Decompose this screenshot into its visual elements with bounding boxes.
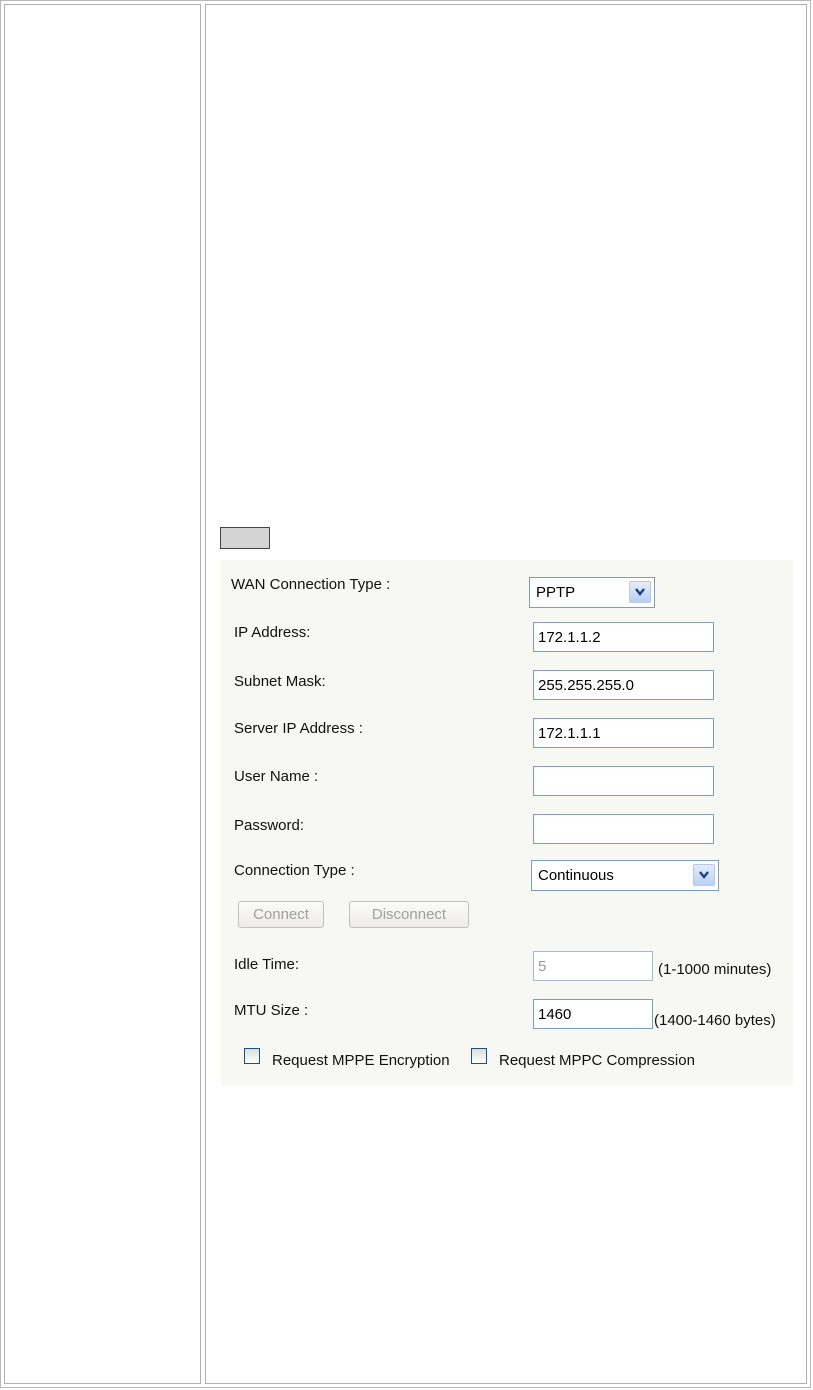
subnet-mask-label: Subnet Mask:: [234, 673, 326, 690]
mtu-size-input[interactable]: [533, 999, 653, 1029]
chevron-down-icon[interactable]: [693, 864, 715, 886]
mtu-size-range-hint: (1400-1460 bytes): [654, 1012, 776, 1029]
subnet-mask-input[interactable]: [533, 670, 714, 700]
mppc-compression-label: Request MPPC Compression: [499, 1052, 695, 1069]
user-name-input[interactable]: [533, 766, 714, 796]
server-ip-address-input[interactable]: [533, 718, 714, 748]
disconnect-button[interactable]: Disconnect: [349, 901, 469, 928]
figure-marker: [220, 527, 270, 549]
idle-time-label: Idle Time:: [234, 956, 300, 973]
idle-time-range-hint: (1-1000 minutes): [658, 961, 772, 978]
mppe-encryption-checkbox[interactable]: [244, 1048, 260, 1064]
connect-button[interactable]: Connect: [238, 901, 324, 928]
connection-type-select[interactable]: Continuous: [531, 860, 719, 891]
connection-type-value: Continuous: [538, 867, 614, 884]
mppc-compression-checkbox[interactable]: [471, 1048, 487, 1064]
ip-address-label: IP Address:: [234, 624, 311, 641]
server-ip-address-label: Server IP Address :: [234, 720, 363, 737]
wan-connection-type-value: PPTP: [536, 584, 576, 601]
password-input[interactable]: [533, 814, 714, 844]
connection-type-label: Connection Type :: [234, 862, 355, 879]
idle-time-input[interactable]: [533, 951, 653, 981]
mppe-encryption-label: Request MPPE Encryption: [272, 1052, 450, 1069]
wan-connection-type-label: WAN Connection Type :: [231, 576, 391, 593]
ip-address-input[interactable]: [533, 622, 714, 652]
password-label: Password:: [234, 817, 305, 834]
wan-connection-type-select[interactable]: PPTP: [529, 577, 655, 608]
left-column: [4, 4, 201, 1384]
chevron-down-icon[interactable]: [629, 581, 651, 603]
mtu-size-label: MTU Size :: [234, 1002, 309, 1019]
user-name-label: User Name :: [234, 768, 319, 785]
